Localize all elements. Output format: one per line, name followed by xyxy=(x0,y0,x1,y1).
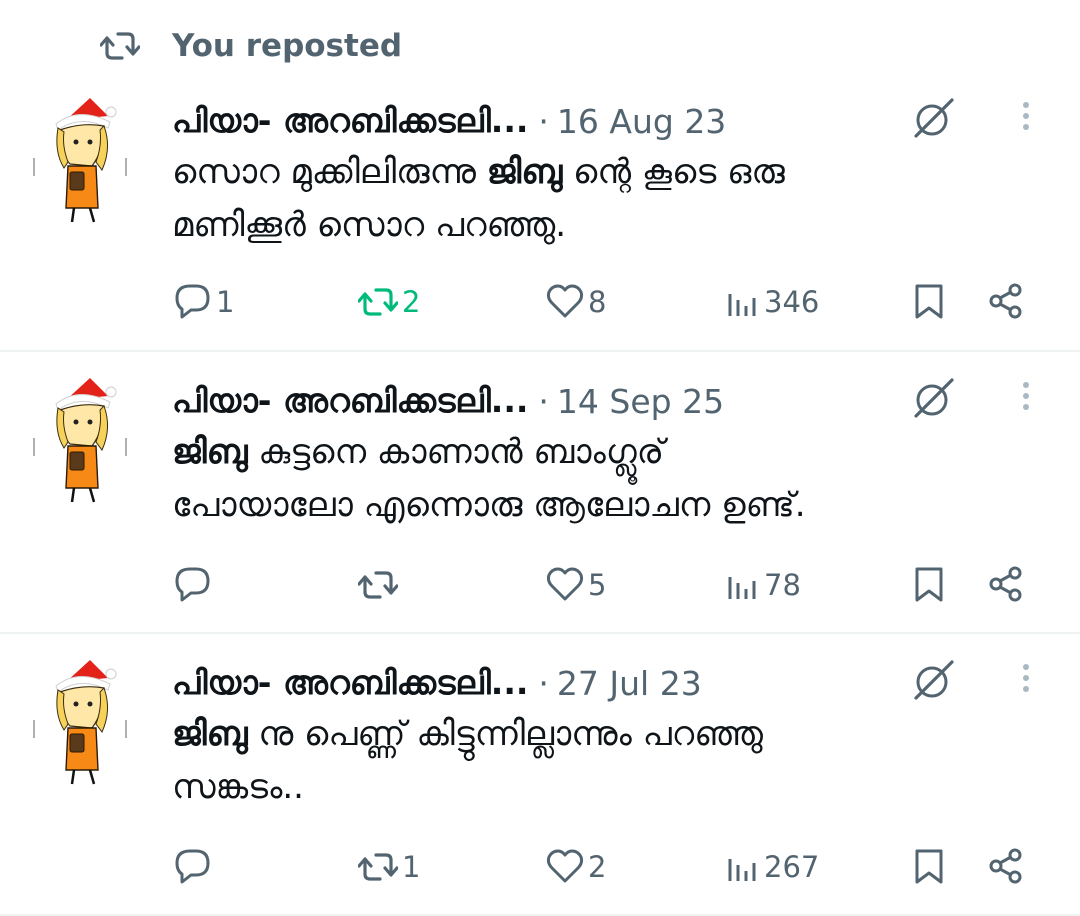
views-icon xyxy=(728,575,756,601)
mention-bold: ജിബു xyxy=(172,714,248,754)
repost-icon xyxy=(358,288,398,316)
repost-icon xyxy=(100,26,144,66)
tweet-actions: 1 2 8 346 xyxy=(0,277,1080,327)
reply-button[interactable] xyxy=(174,842,216,892)
separator-dot: · xyxy=(538,663,549,703)
tweet-timestamp[interactable]: · 27 Jul 23 xyxy=(538,664,701,703)
grok-icon[interactable] xyxy=(910,658,960,708)
bookmark-button[interactable] xyxy=(912,842,946,892)
views-icon xyxy=(728,292,756,318)
views-button[interactable]: 267 xyxy=(726,842,819,892)
repost-icon xyxy=(358,853,398,881)
repost-button[interactable]: 1 xyxy=(358,842,420,892)
view-count: 267 xyxy=(764,850,820,884)
tweet-text: ജിബു കുട്ടനെ കാണാൻ ബാംഗ്ലൂര് പോയാലോ എന്ന… xyxy=(172,426,1032,532)
separator-dot: · xyxy=(538,381,549,421)
tweet-actions: 5 78 xyxy=(0,560,1080,610)
share-button[interactable] xyxy=(988,277,1024,327)
author-name[interactable]: പിയാ- അറബിക്കടലി... xyxy=(172,663,528,703)
repost-banner: You reposted xyxy=(100,24,402,68)
tweet-header: പിയാ- അറബിക്കടലി... · 14 Sep 25 xyxy=(172,376,724,426)
grok-icon[interactable] xyxy=(910,96,960,146)
tweet-text-line: സൊറ മുക്കിലിരുന്നു ജിബു ന്റെ കൂടെ ഒരു xyxy=(172,146,1032,199)
repost-count: 2 xyxy=(402,285,421,319)
bookmark-icon xyxy=(915,567,943,602)
tweet-header: പിയാ- അറബിക്കടലി... · 16 Aug 23 xyxy=(172,96,726,146)
tweet-text-line: പോയാലോ എന്നൊരു ആലോചന ഉണ്ട്. xyxy=(172,485,806,525)
view-count: 346 xyxy=(764,285,820,319)
repost-icon xyxy=(358,571,398,599)
heart-icon xyxy=(546,284,584,318)
share-button[interactable] xyxy=(988,842,1024,892)
tweet-date: 16 Aug 23 xyxy=(556,101,727,141)
views-button[interactable]: 78 xyxy=(726,560,801,610)
tweet-text-line: ജിബു കുട്ടനെ കാണാൻ ബാംഗ്ലൂര് xyxy=(172,426,1032,479)
repost-banner-label: You reposted xyxy=(172,28,403,64)
tweet-date: 27 Jul 23 xyxy=(556,663,702,703)
tweet-timestamp[interactable]: · 14 Sep 25 xyxy=(538,382,724,421)
like-button[interactable]: 8 xyxy=(546,277,606,327)
share-icon xyxy=(989,283,1022,319)
reply-icon xyxy=(175,567,210,602)
repost-count: 1 xyxy=(402,850,421,884)
like-button[interactable]: 2 xyxy=(546,842,606,892)
reply-button[interactable] xyxy=(174,560,216,610)
more-options-icon[interactable] xyxy=(1008,96,1044,146)
heart-icon xyxy=(546,849,584,883)
mention-bold: ജിബു xyxy=(486,152,563,192)
views-icon xyxy=(728,857,756,883)
like-count: 5 xyxy=(588,568,607,602)
author-name[interactable]: പിയാ- അറബിക്കടലി... xyxy=(172,381,528,421)
tweet-text: ജിബു നു പെണ്ണ് കിട്ടുന്നില്ലാന്നും പറഞ്ഞ… xyxy=(172,708,1032,814)
reply-count: 1 xyxy=(216,285,235,319)
like-count: 2 xyxy=(588,850,607,884)
bookmark-button[interactable] xyxy=(912,560,946,610)
heart-icon xyxy=(546,567,584,601)
tweet-text-line: സങ്കടം.. xyxy=(172,767,304,807)
bookmark-icon xyxy=(915,284,943,319)
avatar[interactable] xyxy=(30,376,130,504)
author-name[interactable]: പിയാ- അറബിക്കടലി... xyxy=(172,101,528,141)
views-button[interactable]: 346 xyxy=(726,277,819,327)
tweet-text-segment: സൊറ മുക്കിലിരുന്നു xyxy=(172,152,487,192)
tweet[interactable]: പിയാ- അറബിക്കടലി... · 14 Sep 25 ജിബു കുട്… xyxy=(0,352,1080,634)
grok-icon[interactable] xyxy=(910,376,960,426)
share-button[interactable] xyxy=(988,560,1024,610)
separator-dot: · xyxy=(538,101,549,141)
bookmark-button[interactable] xyxy=(912,277,946,327)
tweet-text-segment: നു പെണ്ണ് കിട്ടുന്നില്ലാന്നും പറഞ്ഞു xyxy=(247,714,763,754)
share-icon xyxy=(989,566,1022,602)
tweet-text: സൊറ മുക്കിലിരുന്നു ജിബു ന്റെ കൂടെ ഒരു മണ… xyxy=(172,146,1032,252)
tweet[interactable]: പിയാ- അറബിക്കടലി... · 27 Jul 23 ജിബു നു പ… xyxy=(0,634,1080,916)
tweet-date: 14 Sep 25 xyxy=(556,381,725,421)
avatar[interactable] xyxy=(30,658,130,786)
tweet[interactable]: പിയാ- അറബിക്കടലി... · 16 Aug 23 സൊറ മുക്ക… xyxy=(0,96,1080,352)
reply-icon xyxy=(175,284,210,319)
tweet-text-segment: ന്റെ കൂടെ ഒരു xyxy=(562,152,785,192)
tweet-text-segment: കുട്ടനെ കാണാൻ ബാംഗ്ലൂര് xyxy=(247,432,665,472)
more-options-icon[interactable] xyxy=(1008,376,1044,426)
like-button[interactable]: 5 xyxy=(546,560,606,610)
like-count: 8 xyxy=(588,285,607,319)
tweet-header: പിയാ- അറബിക്കടലി... · 27 Jul 23 xyxy=(172,658,702,708)
reply-button[interactable]: 1 xyxy=(174,277,234,327)
tweet-actions: 1 2 267 xyxy=(0,842,1080,892)
tweet-text-line: മണിക്കൂർ സൊറ പറഞ്ഞു. xyxy=(172,205,567,245)
tweet-text-line: ജിബു നു പെണ്ണ് കിട്ടുന്നില്ലാന്നും പറഞ്ഞ… xyxy=(172,708,1032,761)
view-count: 78 xyxy=(764,568,801,602)
mention-bold: ജിബു xyxy=(172,432,248,472)
repost-button[interactable] xyxy=(358,560,402,610)
reply-icon xyxy=(175,849,210,884)
bookmark-icon xyxy=(915,849,943,884)
tweet-timestamp[interactable]: · 16 Aug 23 xyxy=(538,102,726,141)
more-options-icon[interactable] xyxy=(1008,658,1044,708)
repost-button[interactable]: 2 xyxy=(358,277,420,327)
share-icon xyxy=(989,848,1022,884)
avatar[interactable] xyxy=(30,96,130,224)
